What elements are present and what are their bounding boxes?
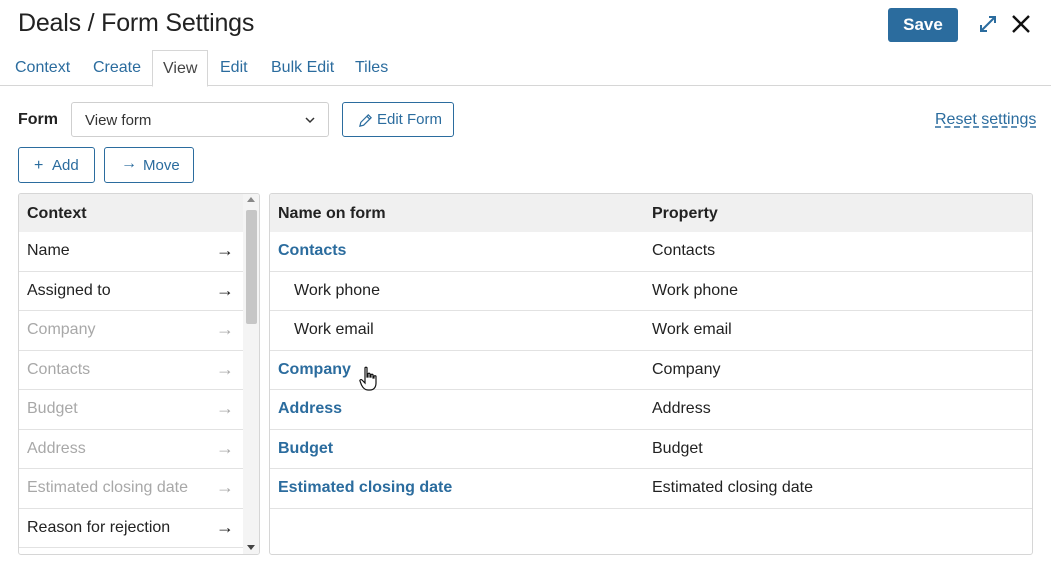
field-property: Estimated closing date — [652, 479, 813, 496]
col-name-on-form: Name on form — [278, 205, 386, 222]
close-icon[interactable] — [1009, 12, 1033, 36]
field-name: Work email — [294, 321, 374, 338]
context-row[interactable]: Assigned to → — [19, 272, 243, 311]
plus-icon: + — [34, 157, 44, 174]
tab-view[interactable]: View — [152, 50, 209, 87]
scroll-up-icon[interactable] — [247, 197, 255, 202]
arrow-right-icon: → — [216, 437, 234, 458]
scroll-down-icon[interactable] — [247, 545, 255, 550]
field-property: Contacts — [652, 242, 716, 259]
context-row: Budget → — [19, 390, 243, 430]
field-property: Address — [652, 400, 711, 417]
field-name[interactable]: Contacts — [278, 242, 346, 260]
arrow-right-icon[interactable]: → — [216, 280, 234, 301]
chevron-down-icon — [305, 117, 315, 124]
tab-context[interactable]: Context — [15, 50, 70, 86]
field-name[interactable]: Company — [278, 361, 351, 379]
scroll-thumb[interactable] — [246, 210, 257, 324]
field-property: Work email — [652, 321, 732, 338]
context-scrollbar[interactable] — [243, 194, 259, 554]
context-row-label: Name — [27, 242, 70, 259]
tab-edit[interactable]: Edit — [220, 50, 248, 86]
arrow-right-icon[interactable]: → — [216, 240, 234, 261]
add-button[interactable]: + Add — [18, 147, 95, 183]
field-row[interactable]: Address Address — [270, 390, 1032, 430]
arrow-right-icon: → — [121, 155, 137, 172]
context-row: Address → — [19, 430, 243, 469]
tab-create[interactable]: Create — [93, 50, 141, 86]
context-row-label: Reason for rejection — [27, 518, 171, 536]
field-row[interactable]: Work phone Work phone — [270, 272, 1032, 311]
tab-bar: Context Create View Edit Bulk Edit Tiles — [0, 50, 1051, 87]
expand-icon[interactable] — [976, 12, 1000, 36]
field-row[interactable]: Company Company — [270, 351, 1032, 390]
edit-form-button[interactable]: Edit Form — [342, 102, 454, 137]
form-label: Form — [18, 111, 58, 128]
hand-cursor-icon — [359, 366, 377, 391]
field-name: Work phone — [294, 281, 380, 299]
col-property: Property — [652, 205, 718, 222]
field-name[interactable]: Address — [278, 400, 342, 418]
edit-form-label: Edit Form — [377, 111, 443, 128]
tab-bulk-edit[interactable]: Bulk Edit — [271, 50, 334, 86]
context-row[interactable]: Name → — [19, 232, 243, 272]
arrow-right-icon: → — [216, 398, 234, 418]
context-row: Contacts → — [19, 351, 243, 390]
context-row-label: Address — [27, 439, 86, 457]
arrow-right-icon: → — [216, 319, 234, 339]
field-property: Company — [652, 360, 721, 378]
field-row[interactable]: Contacts Contacts — [270, 232, 1032, 272]
context-row: Estimated closing date → — [19, 469, 243, 509]
add-button-label: Add — [52, 157, 79, 174]
field-row[interactable]: Budget Budget — [270, 430, 1032, 469]
context-row-label: Estimated closing date — [27, 479, 188, 496]
tab-tiles[interactable]: Tiles — [355, 50, 388, 86]
context-row-label: Company — [27, 321, 96, 338]
context-header: Context — [19, 194, 243, 232]
fields-panel: Name on form Property Contacts Contacts … — [269, 193, 1033, 555]
field-row[interactable]: Work email Work email — [270, 311, 1032, 351]
arrow-right-icon: → — [216, 477, 234, 497]
field-name[interactable]: Estimated closing date — [278, 479, 452, 497]
header: Deals / Form Settings Save — [0, 0, 1051, 50]
pencil-icon — [359, 114, 372, 127]
context-row[interactable]: Reason for rejection → — [19, 509, 243, 548]
context-header-label: Context — [27, 205, 87, 222]
context-row-label: Contacts — [27, 360, 91, 378]
field-property: Budget — [652, 439, 703, 457]
arrow-right-icon: → — [216, 358, 234, 379]
context-row: Company → — [19, 311, 243, 351]
context-panel: Context Name → Assigned to → Company → C… — [18, 193, 260, 555]
reset-settings-link[interactable]: Reset settings — [935, 111, 1036, 129]
page-title: Deals / Form Settings — [18, 9, 255, 37]
form-select[interactable]: View form — [71, 102, 329, 137]
context-row-label: Budget — [27, 400, 78, 417]
field-row[interactable]: Estimated closing date Estimated closing… — [270, 469, 1032, 509]
context-row-label: Assigned to — [27, 281, 111, 299]
field-property: Work phone — [652, 281, 738, 299]
save-button[interactable]: Save — [888, 8, 958, 42]
fields-header: Name on form Property — [270, 194, 1032, 232]
field-name[interactable]: Budget — [278, 440, 333, 458]
arrow-right-icon[interactable]: → — [216, 517, 234, 538]
move-button[interactable]: → Move — [104, 147, 194, 183]
form-select-value: View form — [85, 112, 152, 129]
move-button-label: Move — [143, 157, 180, 174]
